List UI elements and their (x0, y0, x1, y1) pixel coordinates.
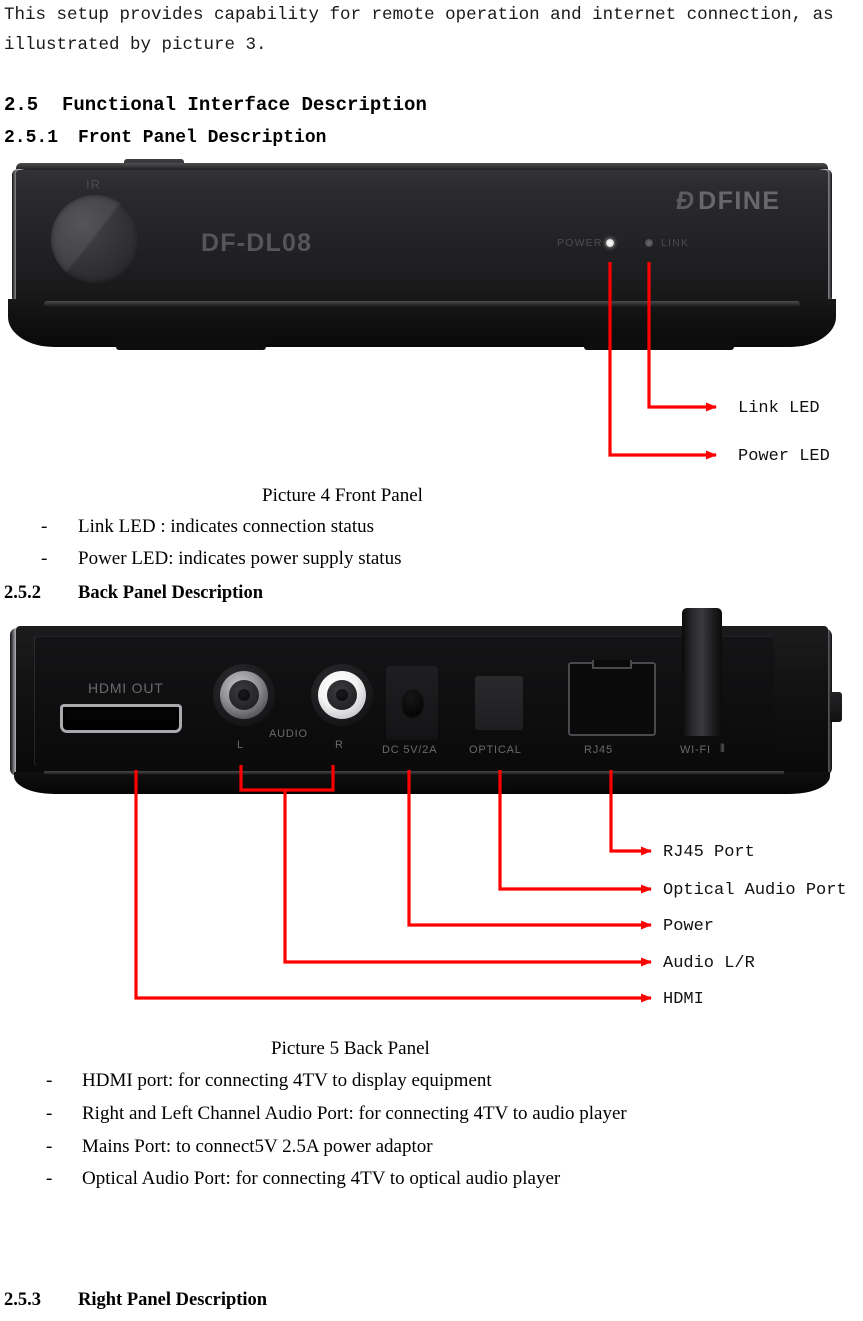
back-bullet-text-2: Right and Left Channel Audio Port: for c… (82, 1103, 627, 1124)
intro-paragraph: This setup provides capability for remot… (4, 5, 834, 55)
optical-port-label: OPTICAL (469, 744, 522, 756)
front-bullet-marker-2: - (41, 548, 48, 569)
hdmi-port-cavity (66, 710, 176, 720)
heading-2-5-1-number: 2.5.1 (4, 128, 59, 148)
callout-optical-audio-port: Optical Audio Port (663, 881, 847, 900)
heading-2-5-2-number: 2.5.2 (4, 583, 41, 603)
brand-name-label: DFINE (698, 187, 781, 215)
link-led-indicator (645, 239, 653, 247)
callout-rj45-port: RJ45 Port (663, 843, 755, 862)
leader-audio-lr (283, 790, 652, 967)
back-bullet-marker-4: - (46, 1168, 53, 1189)
callout-link-led: Link LED (738, 399, 820, 418)
audio-group-label: AUDIO (269, 728, 308, 740)
front-panel-base-sheen (44, 301, 800, 307)
front-panel-foot-right (584, 343, 734, 350)
dfine-logo-icon: Ð (676, 187, 695, 215)
audio-left-label: L (237, 739, 244, 751)
hdmi-port-label: HDMI OUT (88, 680, 164, 696)
wifi-antenna (682, 608, 722, 736)
dc-power-label: DC 5V/2A (382, 744, 438, 756)
back-bullet-marker-1: - (46, 1070, 53, 1091)
heading-2-5-number: 2.5 (4, 94, 39, 116)
audio-right-rca-jack (311, 664, 373, 726)
rj45-port-notch (592, 660, 632, 669)
heading-2-5-1-title: Front Panel Description (78, 128, 327, 148)
back-bullet-marker-3: - (46, 1136, 53, 1157)
front-bullet-marker-1: - (41, 516, 48, 537)
ir-sensor-gloss (51, 195, 139, 283)
heading-2-5-2-title: Back Panel Description (78, 583, 263, 603)
back-bullet-text-1: HDMI port: for connecting 4TV to display… (82, 1070, 492, 1091)
back-panel-base-sheen (44, 771, 784, 775)
heading-2-5-3-title: Right Panel Description (78, 1290, 268, 1310)
back-bullet-marker-2: - (46, 1103, 53, 1124)
heading-2-5-3-number: 2.5.3 (4, 1290, 41, 1310)
callout-hdmi: HDMI (663, 990, 704, 1009)
callout-power: Power (663, 917, 715, 936)
link-indicator-label: LINK (661, 237, 690, 249)
back-panel-base (14, 772, 830, 794)
callout-power-led: Power LED (738, 447, 830, 466)
power-led-indicator (606, 239, 614, 247)
leader-hdmi-port (134, 770, 652, 1003)
power-indicator-label: POWER (557, 237, 603, 249)
back-panel-side-tab (830, 692, 842, 722)
back-bullet-text-4: Optical Audio Port: for connecting 4TV t… (82, 1168, 561, 1189)
front-panel-foot-left (116, 343, 266, 350)
front-bullet-text-2: Power LED: indicates power supply status (78, 548, 402, 569)
front-panel-figure: IR DF-DL08 Ð DFINE POWER LINK (4, 159, 840, 363)
brand-logo: Ð DFINE (676, 189, 781, 214)
device-model-label: DF-DL08 (201, 229, 313, 257)
wifi-signal-icon: ⦀ (720, 743, 725, 755)
callout-audio-lr: Audio L/R (663, 954, 755, 973)
audio-left-rca-jack (213, 664, 275, 726)
audio-right-label: R (335, 739, 344, 751)
dc-power-jack (400, 688, 425, 719)
back-bullet-text-3: Mains Port: to connect5V 2.5A power adap… (82, 1136, 433, 1157)
wifi-label: WI-FI (680, 744, 711, 756)
optical-audio-port (475, 676, 523, 730)
front-bullet-text-1: Link LED : indicates connection status (78, 516, 375, 537)
picture-5-caption: Picture 5 Back Panel (271, 1038, 430, 1059)
back-panel-figure: HDMI OUT L AUDIO R DC 5V/2A OPTICAL RJ45… (4, 608, 842, 795)
heading-2-5-title: Functional Interface Description (62, 94, 427, 116)
ir-sensor-label: IR (86, 177, 101, 192)
picture-4-caption: Picture 4 Front Panel (262, 485, 423, 506)
rj45-port-label: RJ45 (584, 744, 613, 756)
rj45-port (568, 662, 656, 736)
